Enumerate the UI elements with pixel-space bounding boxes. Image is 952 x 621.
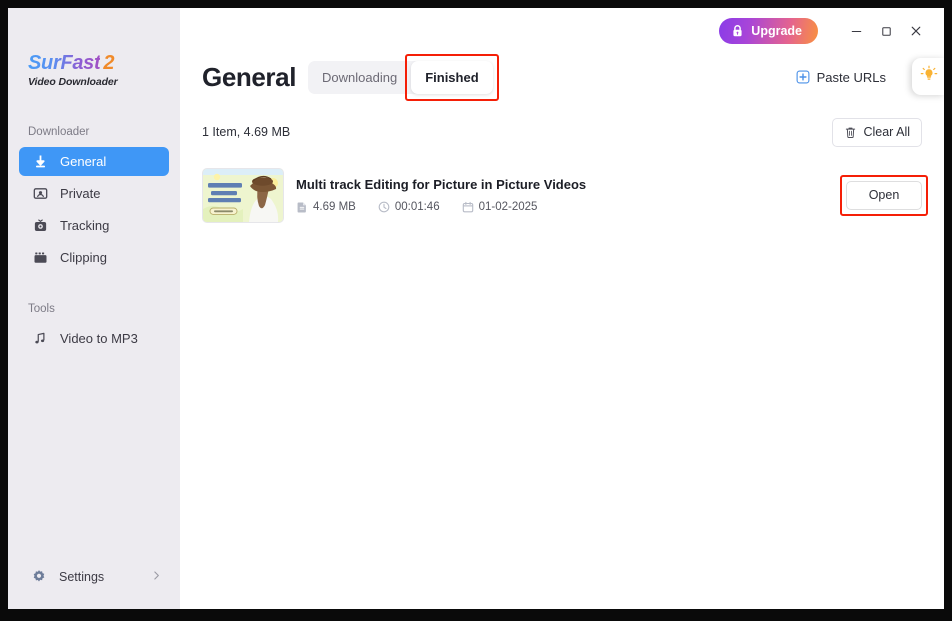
gear-icon xyxy=(31,569,47,585)
plus-square-icon xyxy=(796,70,810,84)
page-header: General Downloading Finished Paste URLs xyxy=(202,53,930,101)
sidebar-item-clipping[interactable]: Clipping xyxy=(19,243,169,272)
window-titlebar: Upgrade xyxy=(180,8,944,54)
download-meta: 4.69 MB 00:01:46 01-02-2025 xyxy=(296,201,832,213)
tab-downloading[interactable]: Downloading xyxy=(308,61,411,94)
sidebar-item-settings[interactable]: Settings xyxy=(8,563,180,591)
trash-icon xyxy=(844,126,857,139)
sidebar-item-label: Video to MP3 xyxy=(60,331,138,346)
summary-bar: 1 Item, 4.69 MB Clear All xyxy=(202,117,922,147)
private-card-icon xyxy=(31,185,49,203)
chevron-right-icon xyxy=(151,568,162,586)
tab-finished[interactable]: Finished xyxy=(405,53,499,101)
clear-all-label: Clear All xyxy=(863,125,910,139)
paste-urls-label: Paste URLs xyxy=(816,69,886,85)
upgrade-button[interactable]: Upgrade xyxy=(719,18,818,44)
download-date-label: 01-02-2025 xyxy=(478,201,538,213)
settings-label: Settings xyxy=(59,570,105,584)
download-row-action: Open xyxy=(840,174,928,216)
music-note-icon xyxy=(31,330,49,348)
tip-tab-button[interactable] xyxy=(912,58,944,95)
sidebar-item-video-to-mp3[interactable]: Video to MP3 xyxy=(19,324,169,353)
brand-wordmark: SurFast 2 xyxy=(28,52,168,75)
video-thumbnail xyxy=(202,167,284,223)
download-size-label: 4.69 MB xyxy=(313,201,356,213)
paste-urls-button[interactable]: Paste URLs xyxy=(796,70,930,85)
sidebar-nav-downloader: General Private Tracking Clipping xyxy=(8,147,180,275)
sidebar-item-label: General xyxy=(60,154,107,169)
app-logo: SurFast 2 Video Downloader xyxy=(28,52,168,88)
sidebar-item-label: Private xyxy=(60,186,101,201)
tracking-camera-icon xyxy=(31,217,49,235)
sidebar-item-tracking[interactable]: Tracking xyxy=(19,211,169,240)
tab-label: Downloading xyxy=(322,69,398,85)
clipping-film-icon xyxy=(31,249,49,267)
lock-icon xyxy=(731,24,744,38)
sidebar-item-label: Clipping xyxy=(60,250,107,265)
brand-tagline: Video Downloader xyxy=(28,76,118,88)
close-icon[interactable] xyxy=(902,18,930,44)
open-button-label: Open xyxy=(868,188,900,202)
download-row-info: Multi track Editing for Picture in Pictu… xyxy=(296,177,832,213)
clock-icon xyxy=(378,201,390,213)
tab-label: Finished xyxy=(425,69,479,85)
download-arrow-icon xyxy=(31,153,49,171)
sidebar-section-downloader-label: Downloader xyxy=(28,126,90,138)
download-list: Multi track Editing for Picture in Pictu… xyxy=(202,163,928,227)
download-date: 01-02-2025 xyxy=(462,201,538,213)
header-actions: Paste URLs xyxy=(796,70,930,85)
download-duration: 00:01:46 xyxy=(378,201,440,213)
upgrade-label: Upgrade xyxy=(751,24,802,38)
tab-group: Downloading Finished xyxy=(308,53,499,101)
sidebar-item-general[interactable]: General xyxy=(19,147,169,176)
brand-version: 2 xyxy=(103,52,115,74)
download-duration-label: 00:01:46 xyxy=(394,201,440,213)
app-window: SurFast 2 Video Downloader Downloader Gen… xyxy=(8,8,944,609)
lightbulb-icon xyxy=(920,65,938,88)
brand-name: SurFast xyxy=(28,52,101,74)
maximize-icon[interactable] xyxy=(872,18,900,44)
page-title: General xyxy=(202,61,297,92)
item-count-summary: 1 Item, 4.69 MB xyxy=(202,125,291,139)
open-button[interactable]: Open xyxy=(846,180,922,210)
sidebar-section-tools-label: Tools xyxy=(28,303,55,315)
sidebar-item-private[interactable]: Private xyxy=(19,179,169,208)
download-row: Multi track Editing for Picture in Pictu… xyxy=(202,163,928,227)
minimize-icon[interactable] xyxy=(842,18,870,44)
sidebar: SurFast 2 Video Downloader Downloader Gen… xyxy=(8,8,180,609)
file-icon xyxy=(296,201,308,213)
clear-all-button[interactable]: Clear All xyxy=(832,117,922,147)
calendar-icon xyxy=(462,201,474,213)
main-content: Upgrade General Downloading Finished Pas… xyxy=(180,8,944,609)
download-size: 4.69 MB xyxy=(296,201,356,213)
download-title: Multi track Editing for Picture in Pictu… xyxy=(296,177,587,192)
sidebar-item-label: Tracking xyxy=(60,218,110,233)
sidebar-nav-tools: Video to MP3 xyxy=(8,324,180,356)
